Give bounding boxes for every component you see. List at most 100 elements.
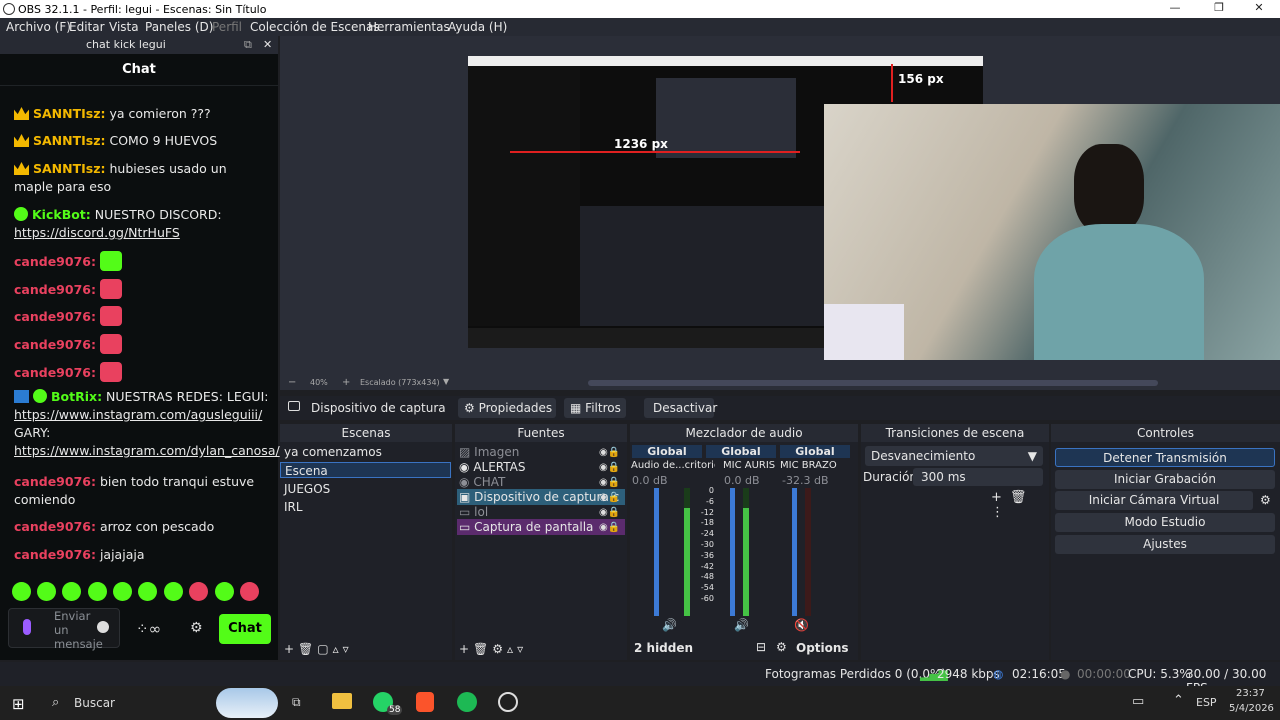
visibility-lock-icons[interactable]: ◉🔒 ◉🔒 ◉🔒 ◉🔒 ◉🔒 ◉🔒 [599,445,620,535]
source-item[interactable]: ◉ CHAT [459,474,505,490]
emote-icon[interactable] [240,582,259,601]
brave-icon[interactable] [416,692,434,712]
filters-button[interactable]: ▦ Filtros [564,398,626,418]
gear-icon[interactable]: ⚙ [1260,493,1271,507]
gear-icon: ⚙ [464,401,475,415]
scene-item[interactable]: JUEGOS [284,481,330,497]
emote-icon[interactable] [12,582,31,601]
volume-slider[interactable] [792,488,797,616]
language-indicator[interactable]: ESP [1196,696,1217,709]
float-icon[interactable]: ⧉ [244,38,252,52]
volume-slider[interactable] [654,488,659,616]
windows-start-icon[interactable]: ⊞ [12,695,25,713]
bot-icon [14,390,29,403]
mixer-layout-icon[interactable]: ⊟ [756,640,766,654]
stop-stream-button[interactable]: Detener Transmisión [1055,448,1275,467]
hidden-count[interactable]: 2 hidden [634,641,693,655]
whatsapp-badge: 58 [387,705,403,715]
channel-name[interactable]: MIC BRAZO [780,460,837,471]
record-icon: ● [1060,667,1071,681]
search-icon[interactable]: ⌕ [52,695,59,710]
dropped-frames: Fotogramas Perdidos 0 (0.0%) [765,667,947,681]
db-scale: 0 -6 -12 -18 -24 -30 -36 -42 -48 -54 -60 [700,486,714,603]
kick-points-icon[interactable]: ⁘∞ [136,620,161,638]
settings-button[interactable]: Ajustes [1055,535,1275,554]
minimize-button[interactable]: — [1160,1,1190,17]
emote-icon[interactable] [37,582,56,601]
scene-item[interactable]: ya comenzamos [284,444,382,460]
instagram-link[interactable]: https://www.instagram.com/dylan_canosa/ [14,443,280,458]
menu-file[interactable]: Archivo (F) [6,20,71,34]
scene-item[interactable]: IRL [284,499,303,515]
transition-select[interactable]: Desvanecimiento ▼ [865,446,1043,466]
discord-link[interactable]: https://discord.gg/NtrHuFS [14,225,180,240]
sources-toolbar[interactable]: +🗑⚙▵▿ [459,642,527,656]
emote-icon [99,306,122,326]
zoom-out-button[interactable]: − [288,377,296,388]
emote-icon[interactable] [189,582,208,601]
menu-view[interactable]: Vista [109,20,139,34]
emote-icon[interactable] [138,582,157,601]
chat-input[interactable]: Enviar un mensaje [8,608,120,651]
emote-icon[interactable] [164,582,183,601]
scenes-dock: Escenas ya comenzamos Escena JUEGOS IRL … [280,424,452,660]
studio-mode-button[interactable]: Modo Estudio [1055,513,1275,532]
channel-name[interactable]: Audio de...critorio [631,460,715,471]
emote-icon[interactable] [62,582,81,601]
volume-slider[interactable] [730,488,735,616]
scene-item-selected[interactable]: Escena [280,462,451,478]
preview-canvas[interactable]: 156 px 1236 px [280,36,1280,376]
source-item[interactable]: ◉ ALERTAS [459,459,525,475]
mixer-options-button[interactable]: Options [796,641,849,655]
source-item[interactable]: ▭ lol [459,504,488,520]
scenes-toolbar[interactable]: +🗑▢▵▿ [284,642,353,656]
level-meter [805,488,811,616]
file-explorer-icon[interactable] [332,693,352,709]
transition-toolbar[interactable]: +🗑⋮ [991,490,1049,520]
controls-dock: Controles Detener Transmisión Iniciar Gr… [1051,424,1280,660]
tray-app-icon[interactable]: ▭ [1132,694,1144,709]
chevron-down-icon[interactable]: ▼ [443,377,449,386]
crown-icon [14,107,29,120]
speaker-icon[interactable]: 🔊 [734,618,749,632]
source-item[interactable]: ▨ Imagen [459,444,519,460]
emote-icon[interactable] [215,582,234,601]
menu-tools[interactable]: Herramientas [368,20,450,34]
emote-icon[interactable] [113,582,132,601]
clock-date[interactable]: 5/4/2026 [1229,703,1274,714]
close-button[interactable]: ✕ [1244,1,1274,17]
dock-close-icon[interactable]: ✕ [263,38,272,51]
clock-time[interactable]: 23:37 [1236,688,1265,699]
menu-help[interactable]: Ayuda (H) [448,20,507,34]
chat-message: cande9076: bien todo tranqui estuve comi… [14,474,255,507]
deactivate-button[interactable]: Desactivar [644,398,717,418]
obs-taskbar-icon[interactable] [498,692,518,712]
start-virtual-camera-button[interactable]: Iniciar Cámara Virtual [1055,491,1253,510]
zoom-in-button[interactable]: + [342,377,350,388]
emoji-icon[interactable] [97,621,109,633]
emote-icon[interactable] [88,582,107,601]
settings-icon[interactable]: ⚙ [190,620,203,636]
start-recording-button[interactable]: Iniciar Grabación [1055,470,1275,489]
channel-name[interactable]: MIC AURIS [723,460,775,471]
speaker-icon[interactable]: 🔊 [662,618,677,632]
menu-scene-collection[interactable]: Colección de Escenas [250,20,380,34]
duration-input[interactable]: 300 ms [913,468,1043,486]
instagram-link[interactable]: https://www.instagram.com/agusleguiii/ [14,407,262,422]
maximize-button[interactable]: ❐ [1204,1,1234,17]
speaker-muted-icon[interactable]: 🔇 [794,618,809,632]
menu-profile[interactable]: Perfil [212,20,242,34]
menu-docks[interactable]: Paneles (D) [145,20,213,34]
taskbar-search[interactable]: Buscar [74,696,115,710]
chevron-up-icon[interactable]: ⌃ [1173,693,1184,708]
preview-scrollbar[interactable] [588,380,1158,386]
microphone-icon[interactable] [23,619,31,635]
menu-edit[interactable]: Editar [69,20,105,34]
task-view-icon[interactable]: ⧉ [292,695,301,710]
stream-time: 02:16:05 [1012,667,1066,681]
mixer-global-tag: Global [780,445,850,458]
spotify-icon[interactable] [457,692,477,712]
properties-button[interactable]: ⚙ Propiedades [458,398,556,418]
chat-send-button[interactable]: Chat [219,614,271,644]
gear-icon[interactable]: ⚙ [776,640,787,654]
